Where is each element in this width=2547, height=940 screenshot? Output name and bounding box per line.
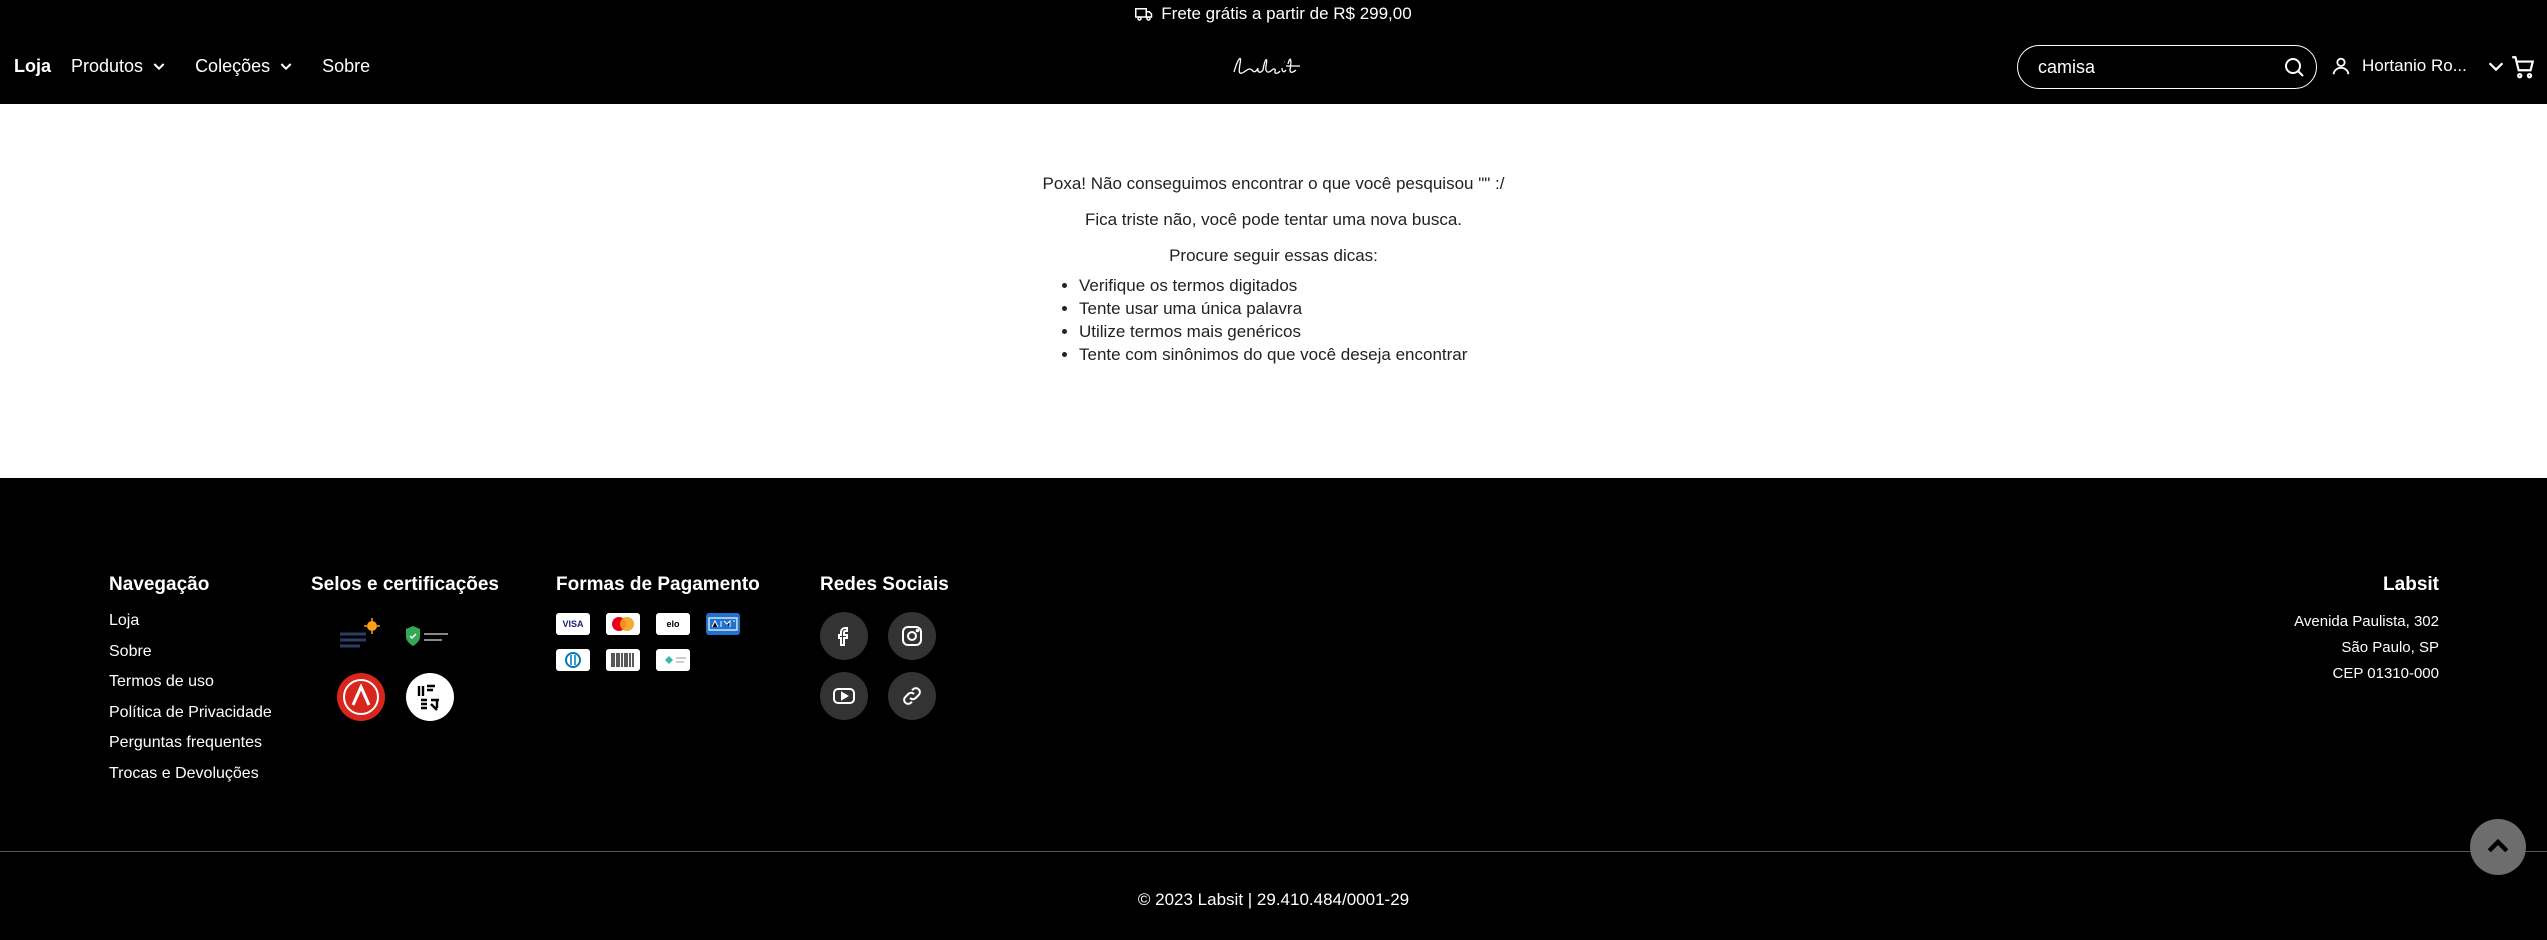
list-item: Verifique os termos digitados: [1079, 274, 1467, 297]
search-input[interactable]: [2038, 56, 2282, 78]
nav-item-label: Coleções: [195, 55, 271, 76]
list-item: Tente usar uma única palavra: [1079, 297, 1467, 320]
user-name: Hortanio Ro...: [2362, 56, 2467, 75]
chevron-down-icon: [153, 63, 165, 71]
instagram-icon: [902, 626, 922, 646]
instagram-button[interactable]: [888, 612, 936, 660]
elo-icon: elo: [656, 613, 690, 635]
footer-payment-title: Formas de Pagamento: [556, 574, 760, 595]
facebook-icon: [838, 627, 848, 646]
tips-heading: Procure seguir essas dicas:: [1169, 246, 1378, 265]
scroll-to-top-button[interactable]: [2470, 819, 2526, 875]
cart-icon[interactable]: [2510, 54, 2536, 80]
footer-link-loja[interactable]: Loja: [109, 612, 139, 630]
youtube-button[interactable]: [820, 672, 868, 720]
footer-link-faq[interactable]: Perguntas frequentes: [109, 734, 262, 752]
nav-item-colecoes[interactable]: Coleções: [195, 56, 294, 77]
boleto-icon: [606, 649, 640, 671]
footer-nav-title: Navegação: [109, 574, 210, 595]
list-item: Utilize termos mais genéricos: [1079, 320, 1467, 343]
main-nav: Loja Produtos Coleções Sobre: [14, 28, 370, 104]
nav-item-label: Produtos: [71, 55, 144, 76]
search-results-area: Poxa! Não conseguimos encontrar o que vo…: [0, 104, 2547, 478]
diners-icon: [556, 649, 590, 671]
search-box: [2017, 45, 2317, 89]
announcement-bar: Frete grátis a partir de R$ 299,00: [0, 0, 2547, 28]
footer-link-termos[interactable]: Termos de uso: [109, 673, 214, 691]
footer-link-privacidade[interactable]: Política de Privacidade: [109, 704, 272, 722]
site-footer: Navegação Loja Sobre Termos de uso Polít…: [0, 478, 2547, 940]
nav-item-loja[interactable]: Loja: [14, 56, 51, 77]
link-icon: [903, 687, 921, 705]
address-street: Avenida Paulista, 302: [2294, 613, 2439, 630]
website-link-button[interactable]: [888, 672, 936, 720]
address-city: São Paulo, SP: [2341, 639, 2439, 656]
list-item: Tente com sinônimos do que você deseja e…: [1079, 343, 1467, 366]
chevron-down-icon: [2488, 62, 2504, 72]
address-zip: CEP 01310-000: [2332, 665, 2439, 682]
amex-icon: [706, 613, 740, 635]
ra-seal-icon: [337, 673, 385, 721]
user-menu[interactable]: Hortanio Ro...: [2330, 28, 2507, 104]
truck-icon: [1135, 8, 1153, 21]
search-icon[interactable]: [2282, 55, 2306, 79]
ips-seal-icon: [406, 673, 454, 721]
visa-icon: VISA: [556, 613, 590, 635]
footer-social-title: Redes Sociais: [820, 574, 949, 595]
footer-link-sobre[interactable]: Sobre: [109, 643, 152, 661]
retry-message: Fica triste não, você pode tentar uma no…: [1084, 210, 1463, 229]
nav-item-sobre[interactable]: Sobre: [322, 56, 370, 77]
mastercard-icon: [606, 613, 640, 635]
footer-divider: [0, 851, 2547, 852]
nav-item-label: Loja: [14, 55, 52, 76]
no-results-message: Poxa! Não conseguimos encontrar o que vo…: [1042, 174, 1505, 193]
nav-item-produtos[interactable]: Produtos: [71, 56, 167, 77]
footer-seals-title: Selos e certificações: [311, 574, 499, 595]
youtube-icon: [833, 688, 855, 704]
labsit-logo[interactable]: [1230, 50, 1314, 84]
nav-item-label: Sobre: [322, 55, 371, 76]
chevron-down-icon: [280, 63, 292, 71]
pix-icon: [656, 649, 690, 671]
lets-encrypt-seal-icon: [340, 618, 380, 648]
tips-list: Verifique os termos digitados Tente usar…: [1079, 274, 1467, 366]
google-safe-browsing-seal-icon: [406, 626, 448, 646]
copyright: © 2023 Labsit | 29.410.484/0001-29: [1137, 890, 1410, 909]
chevron-up-icon: [2487, 838, 2509, 853]
facebook-button[interactable]: [820, 612, 868, 660]
footer-link-trocas[interactable]: Trocas e Devoluções: [109, 765, 259, 783]
user-icon: [2332, 57, 2350, 75]
announcement-text: Frete grátis a partir de R$ 299,00: [1161, 4, 1412, 23]
site-header: Loja Produtos Coleções Sobre Hortanio Ro…: [0, 28, 2547, 104]
footer-company-title: Labsit: [2383, 574, 2439, 595]
